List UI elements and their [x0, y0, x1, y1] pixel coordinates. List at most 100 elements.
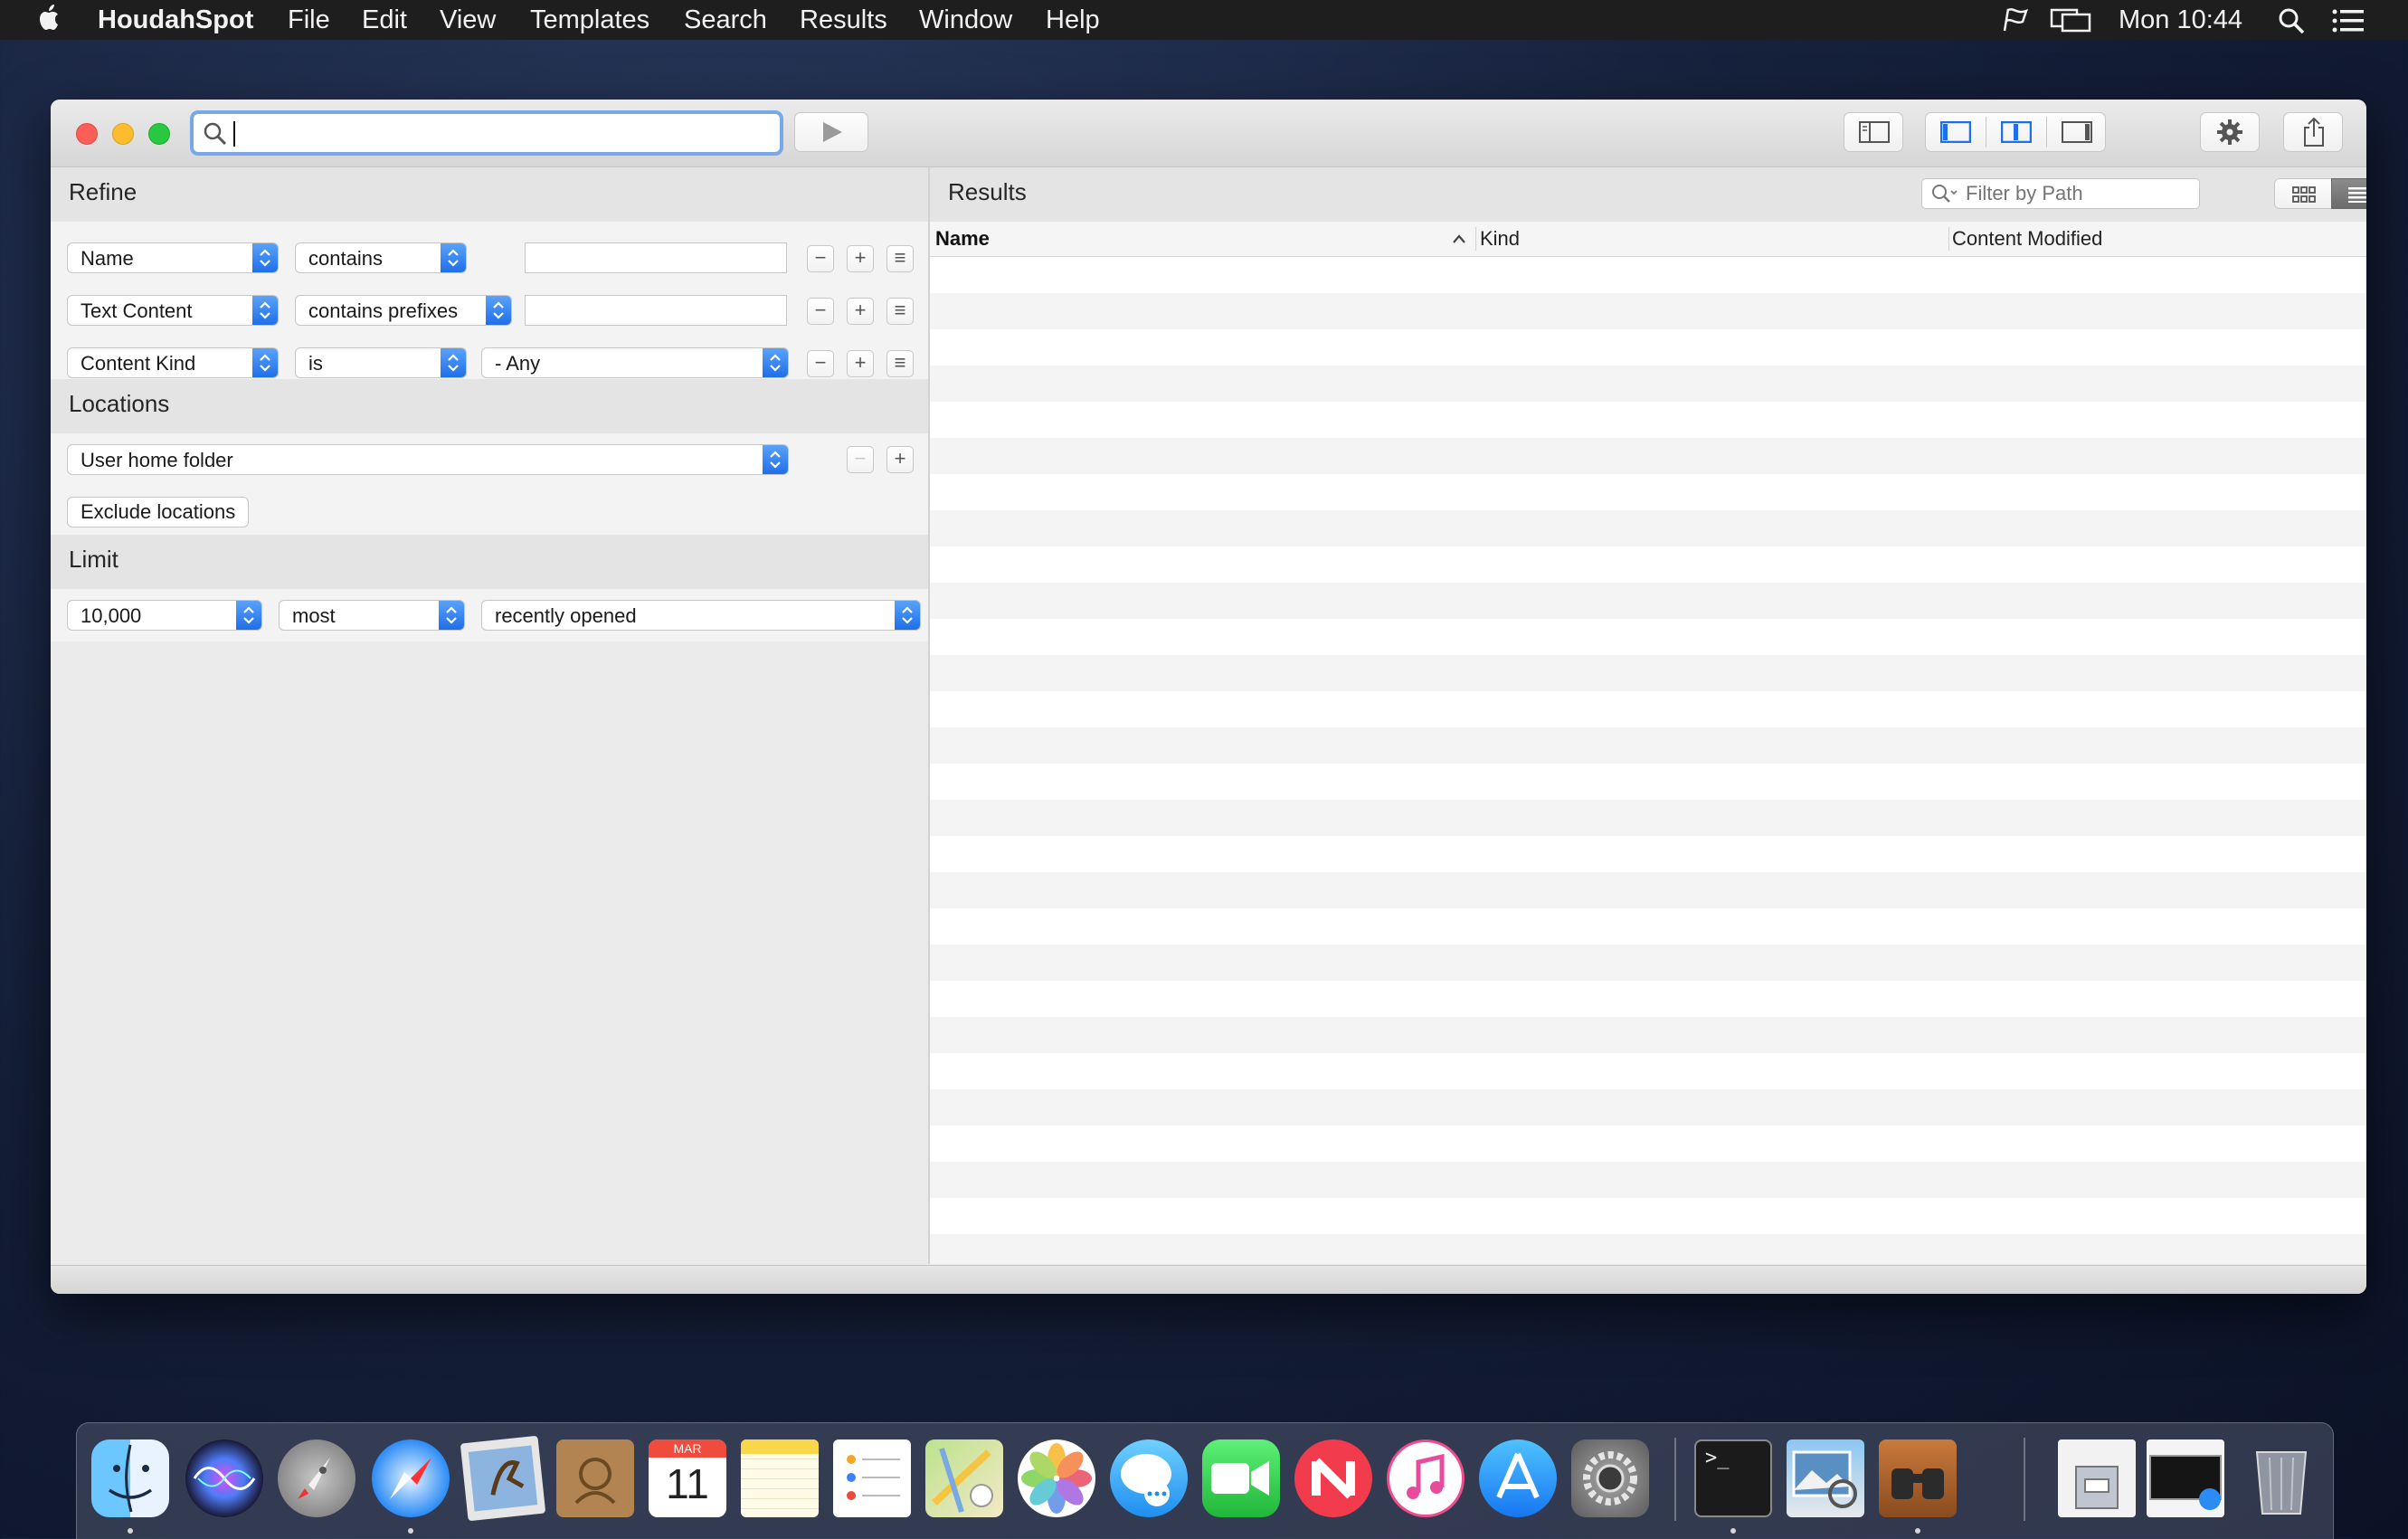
criterion-value-field[interactable]	[525, 295, 787, 326]
notification-center-icon[interactable]	[2332, 9, 2365, 37]
criterion-operator-popup[interactable]: contains	[295, 242, 467, 273]
table-row[interactable]	[930, 546, 2366, 583]
criterion-operator-popup[interactable]: is	[295, 347, 467, 378]
column-divider[interactable]	[1475, 227, 1476, 251]
sort-ascending-icon[interactable]	[1451, 233, 1467, 250]
add-criterion-button[interactable]: +	[847, 245, 874, 272]
contacts-dock-icon[interactable]	[556, 1439, 634, 1517]
table-row[interactable]	[930, 402, 2366, 438]
remove-location-button[interactable]: −	[847, 446, 874, 473]
remove-criterion-button[interactable]: −	[807, 245, 834, 272]
archive-utility-dock-icon[interactable]	[2058, 1439, 2136, 1517]
menu-results[interactable]: Results	[800, 0, 887, 40]
table-row[interactable]	[930, 1089, 2366, 1126]
display-mirror-icon[interactable]	[2050, 7, 2091, 37]
column-name[interactable]: Name	[935, 227, 990, 251]
criterion-attribute-popup[interactable]: Name	[67, 242, 279, 273]
column-divider[interactable]	[1948, 227, 1949, 251]
table-row[interactable]	[930, 438, 2366, 474]
search-field[interactable]	[190, 110, 783, 156]
trash-dock-icon[interactable]	[2242, 1439, 2320, 1517]
safari-dock-icon[interactable]	[372, 1439, 450, 1517]
close-button[interactable]	[76, 123, 98, 145]
menu-edit[interactable]: Edit	[362, 0, 407, 40]
houdahspot-dock-icon[interactable]	[1879, 1439, 1957, 1517]
table-row[interactable]	[930, 727, 2366, 764]
table-row[interactable]	[930, 1017, 2366, 1053]
mail-dock-icon[interactable]	[460, 1435, 546, 1522]
table-row[interactable]	[930, 691, 2366, 727]
table-row[interactable]	[930, 800, 2366, 836]
settings-button[interactable]	[2200, 112, 2260, 152]
table-row[interactable]	[930, 945, 2366, 981]
table-row[interactable]	[930, 908, 2366, 945]
calendar-dock-icon[interactable]: MAR 11	[649, 1439, 726, 1517]
zoom-button[interactable]	[148, 123, 170, 145]
menubar-clock[interactable]: Mon 10:44	[2119, 0, 2242, 40]
limit-criterion-popup[interactable]: recently opened	[481, 600, 921, 631]
add-criterion-button[interactable]: +	[847, 350, 874, 377]
facetime-dock-icon[interactable]	[1202, 1439, 1280, 1517]
grid-view-button[interactable]	[2274, 178, 2332, 209]
table-row[interactable]	[930, 1162, 2366, 1198]
column-kind[interactable]: Kind	[1480, 227, 1520, 251]
add-location-button[interactable]: +	[886, 446, 914, 473]
messages-dock-icon[interactable]	[1110, 1439, 1188, 1517]
minimize-button[interactable]	[112, 123, 134, 145]
criterion-operator-popup[interactable]: contains prefixes	[295, 295, 512, 326]
remove-criterion-button[interactable]: −	[807, 298, 834, 325]
menu-templates[interactable]: Templates	[530, 0, 649, 40]
table-row[interactable]	[930, 764, 2366, 800]
terminal-dock-icon[interactable]: >_	[1694, 1439, 1772, 1517]
table-row[interactable]	[930, 366, 2366, 402]
menu-view[interactable]: View	[440, 0, 496, 40]
add-criterion-button[interactable]: +	[847, 298, 874, 325]
screen-recorder-dock-icon[interactable]	[2147, 1439, 2224, 1517]
table-row[interactable]	[930, 619, 2366, 655]
table-row[interactable]	[930, 655, 2366, 691]
layout-center-button[interactable]	[1986, 113, 2046, 151]
location-popup[interactable]: User home folder	[67, 444, 789, 475]
table-row[interactable]	[930, 836, 2366, 872]
table-row[interactable]	[930, 583, 2366, 619]
sidebar-toggle-button[interactable]	[1844, 112, 1903, 152]
table-row[interactable]	[930, 293, 2366, 329]
menu-file[interactable]: File	[288, 0, 330, 40]
menu-search[interactable]: Search	[684, 0, 767, 40]
app-menu[interactable]: HoudahSpot	[98, 0, 253, 40]
table-row[interactable]	[930, 474, 2366, 510]
limit-order-popup[interactable]: most	[279, 600, 465, 631]
notes-dock-icon[interactable]	[741, 1439, 819, 1517]
exclude-locations-button[interactable]: Exclude locations	[67, 497, 250, 527]
criterion-attribute-popup[interactable]: Text Content	[67, 295, 279, 326]
siri-dock-icon[interactable]	[185, 1439, 263, 1517]
table-row[interactable]	[930, 1234, 2366, 1264]
table-row[interactable]	[930, 1053, 2366, 1089]
share-button[interactable]	[2283, 112, 2343, 152]
news-dock-icon[interactable]	[1294, 1439, 1372, 1517]
photos-dock-icon[interactable]	[1018, 1439, 1095, 1517]
maps-dock-icon[interactable]	[925, 1439, 1003, 1517]
menu-window[interactable]: Window	[919, 0, 1012, 40]
criterion-attribute-popup[interactable]: Content Kind	[67, 347, 279, 378]
criterion-options-button[interactable]: ≡	[886, 298, 914, 325]
list-view-button[interactable]	[2331, 178, 2366, 209]
preview-dock-icon[interactable]	[1787, 1439, 1864, 1517]
column-content-modified[interactable]: Content Modified	[1952, 227, 2102, 251]
finder-dock-icon[interactable]	[91, 1439, 169, 1517]
table-row[interactable]	[930, 1126, 2366, 1162]
table-row[interactable]	[930, 257, 2366, 293]
table-row[interactable]	[930, 872, 2366, 908]
layout-right-button[interactable]	[2047, 113, 2107, 151]
reminders-dock-icon[interactable]	[833, 1439, 911, 1517]
flag-icon[interactable]	[2001, 7, 2030, 37]
criterion-value-field[interactable]	[525, 242, 787, 273]
table-row[interactable]	[930, 329, 2366, 366]
launchpad-dock-icon[interactable]	[278, 1439, 356, 1517]
app-store-dock-icon[interactable]	[1479, 1439, 1557, 1517]
table-row[interactable]	[930, 1198, 2366, 1234]
path-filter-field[interactable]	[1921, 178, 2200, 209]
remove-criterion-button[interactable]: −	[807, 350, 834, 377]
criterion-value-popup[interactable]: - Any	[481, 347, 789, 378]
apple-menu-icon[interactable]	[36, 4, 63, 39]
